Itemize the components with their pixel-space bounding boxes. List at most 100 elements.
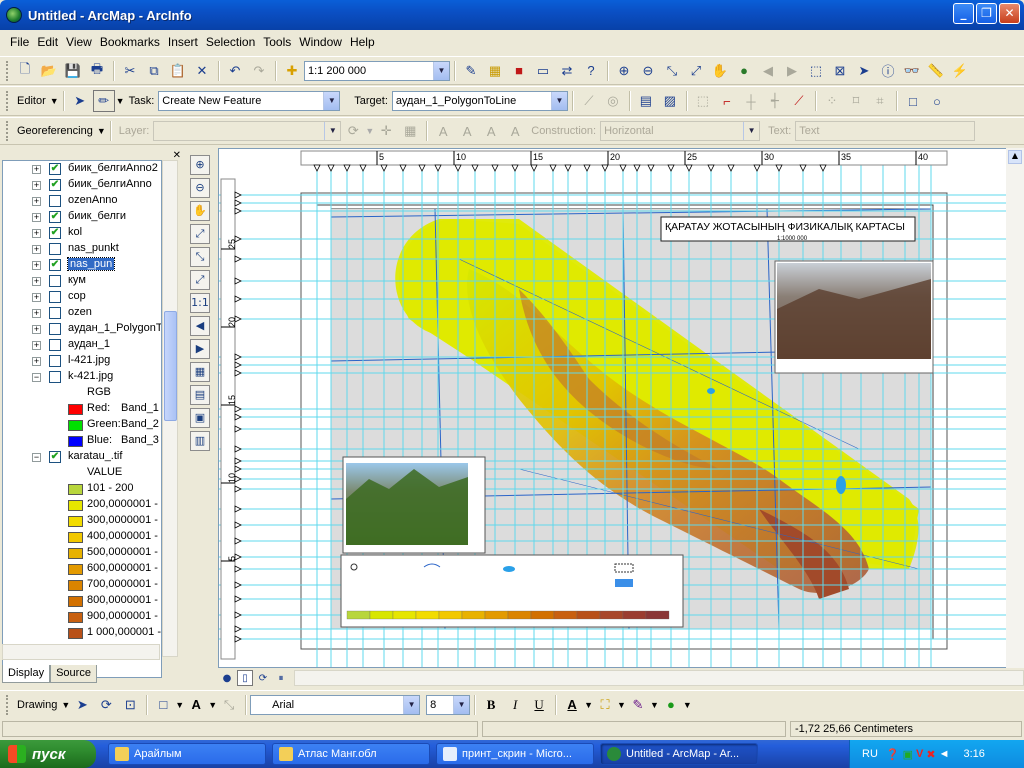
value-class-row[interactable]: 101 - 200 xyxy=(3,481,161,497)
full-extent-globe-icon[interactable]: ● xyxy=(733,60,755,82)
guide-marker[interactable] xyxy=(234,505,242,513)
toolbar-grip[interactable] xyxy=(6,60,9,81)
value-class-row[interactable]: 900,0000001 - xyxy=(3,609,161,625)
class-color-swatch[interactable] xyxy=(68,580,83,591)
snap-icon[interactable]: ┼ xyxy=(740,90,762,112)
line-color-icon[interactable]: ✎ xyxy=(627,694,649,716)
marker-color-icon[interactable]: ● xyxy=(660,694,682,716)
zoom-whole-page-icon[interactable]: ⤢ xyxy=(190,224,210,244)
class-color-swatch[interactable] xyxy=(68,548,83,559)
menu-view[interactable]: View xyxy=(62,35,96,49)
add-data-icon[interactable]: ✚ xyxy=(281,60,303,82)
expand-icon[interactable]: + xyxy=(32,277,41,286)
menu-insert[interactable]: Insert xyxy=(164,35,202,49)
chevron-down-icon[interactable]: ▼ xyxy=(453,695,470,714)
guide-marker[interactable] xyxy=(234,425,242,433)
value-class-row[interactable]: 500,0000001 - xyxy=(3,545,161,561)
guide-marker[interactable] xyxy=(799,164,807,172)
layer-name[interactable]: биик_белги xyxy=(68,210,126,222)
measure-icon[interactable]: 📏 xyxy=(925,60,947,82)
guide-marker[interactable] xyxy=(234,485,242,493)
menu-tools[interactable]: Tools xyxy=(259,35,295,49)
fixed-zoom-in-layout-icon[interactable]: ⤡ xyxy=(190,247,210,267)
value-class-row[interactable]: 800,0000001 - xyxy=(3,593,161,609)
rotate-tool-icon[interactable]: ◎ xyxy=(602,90,624,112)
class-color-swatch[interactable] xyxy=(68,596,83,607)
volume-icon[interactable]: ◄ xyxy=(939,748,950,760)
taskbar-item-folder[interactable]: Арайлым xyxy=(108,743,266,765)
shared-edge-icon[interactable]: ⌗ xyxy=(869,90,891,112)
layer-name[interactable]: биик_белгиAnno xyxy=(68,178,152,190)
language-indicator[interactable]: RU xyxy=(862,748,878,760)
fixed-zoom-in-icon[interactable]: ⤡ xyxy=(661,60,683,82)
identify-icon[interactable]: ⓘ xyxy=(877,60,899,82)
guide-marker[interactable] xyxy=(647,164,655,172)
chevron-down-icon[interactable]: ▼ xyxy=(433,61,449,80)
network-icon[interactable]: ▣ xyxy=(903,748,913,761)
menu-file[interactable]: File xyxy=(6,35,33,49)
zoom-in-icon[interactable]: ⊕ xyxy=(613,60,635,82)
guide-marker[interactable] xyxy=(819,164,827,172)
layer-name[interactable]: cop xyxy=(68,290,86,302)
chevron-down-icon[interactable]: ▼ xyxy=(97,126,106,136)
guide-marker[interactable] xyxy=(234,465,242,473)
link-table-icon[interactable]: ▦ xyxy=(399,120,421,142)
error-inspector-icon[interactable]: ⟋ xyxy=(788,90,810,112)
guide-marker[interactable] xyxy=(491,164,499,172)
guide-marker[interactable] xyxy=(601,164,609,172)
guide-marker[interactable] xyxy=(707,164,715,172)
layout-horizontal-scrollbar[interactable] xyxy=(294,670,1024,686)
layer-visibility-checkbox[interactable]: ✔ xyxy=(49,227,61,239)
tab-source[interactable]: Source xyxy=(50,665,97,683)
guide-marker[interactable] xyxy=(234,277,242,285)
chevron-down-icon[interactable]: ▼ xyxy=(683,700,692,710)
add-control-points-icon[interactable]: ✛ xyxy=(375,120,397,142)
security-icon[interactable]: ✖ xyxy=(926,748,935,761)
class-color-swatch[interactable] xyxy=(68,500,83,511)
menu-bookmarks[interactable]: Bookmarks xyxy=(96,35,164,49)
toc-layer-row[interactable]: + кум xyxy=(3,273,161,289)
layout-pan-icon[interactable]: ✋ xyxy=(190,201,210,221)
guide-marker[interactable] xyxy=(234,445,242,453)
pause-drawing-icon[interactable]: ⏸ xyxy=(273,670,289,686)
go-forward-extent-icon[interactable]: ▶ xyxy=(190,339,210,359)
undo-icon[interactable]: ↶ xyxy=(224,60,246,82)
layer-name[interactable]: биик_белгиAnno2 xyxy=(68,162,158,174)
rotate-element-icon[interactable]: ⟳ xyxy=(95,694,117,716)
guide-marker[interactable] xyxy=(234,235,242,243)
guide-marker[interactable] xyxy=(234,635,242,643)
map-canvas[interactable]: ҚАРАТАУ ЖОТАСЫНЫҢ ФИЗИКАЛЫҚ КАРТАСЫ 1:10… xyxy=(219,149,1024,668)
fill-color-icon[interactable]: ⛶ xyxy=(594,694,616,716)
attributes-icon[interactable]: ▤ xyxy=(635,90,657,112)
close-button[interactable]: ✕ xyxy=(999,3,1020,24)
taskbar-item-word[interactable]: принт_скрин - Micro... xyxy=(436,743,594,765)
restore-button[interactable]: ❐ xyxy=(976,3,997,24)
paste-icon[interactable]: 📋 xyxy=(167,60,189,82)
start-button[interactable]: пуск xyxy=(0,740,96,768)
select-elements-icon[interactable]: ➤ xyxy=(853,60,875,82)
find-binoculars-icon[interactable]: 👓 xyxy=(901,60,923,82)
arctoolbox-icon[interactable]: ■ xyxy=(508,60,530,82)
cut-icon[interactable]: ✂ xyxy=(119,60,141,82)
guide-marker[interactable] xyxy=(234,625,242,633)
zoom-to-selected-icon[interactable]: ⊡ xyxy=(119,694,141,716)
editor-toolbar-icon[interactable]: ✎ xyxy=(460,60,482,82)
guide-marker[interactable] xyxy=(454,164,462,172)
georeferencing-menu[interactable]: Georeferencing xyxy=(17,125,93,137)
bold-button[interactable]: B xyxy=(480,694,502,716)
select-features-icon[interactable]: ⬚ xyxy=(805,60,827,82)
data-view-globe-icon[interactable]: ● xyxy=(219,670,235,686)
antivirus-icon[interactable]: V xyxy=(916,748,923,760)
open-folder-icon[interactable]: 📂 xyxy=(38,60,60,82)
zoom-100-percent-icon[interactable]: 1:1 xyxy=(190,293,210,313)
guide-marker[interactable] xyxy=(359,164,367,172)
guide-marker[interactable] xyxy=(418,164,426,172)
arccatalog-icon[interactable]: ▦ xyxy=(484,60,506,82)
expand-icon[interactable]: + xyxy=(32,213,41,222)
zoom-out-icon[interactable]: ⊖ xyxy=(637,60,659,82)
guide-marker[interactable] xyxy=(234,457,242,465)
toggle-draft-mode-icon[interactable]: ▤ xyxy=(190,385,210,405)
layer-visibility-checkbox[interactable] xyxy=(49,195,61,207)
top-guide-markers[interactable] xyxy=(313,164,827,172)
layer-name[interactable]: nas_punkt xyxy=(68,242,119,254)
